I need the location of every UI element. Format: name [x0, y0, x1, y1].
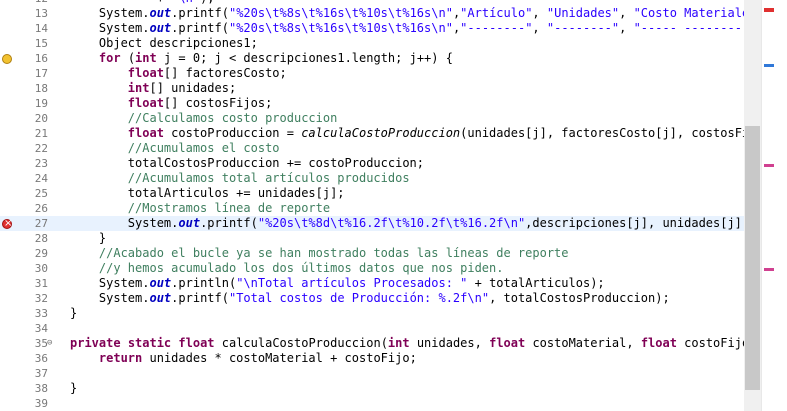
line-number: 27	[34, 217, 48, 230]
error-overview-marker[interactable]	[764, 8, 774, 12]
code-line-25[interactable]: 25 totalArticulos += unidades[j];	[0, 186, 744, 201]
line-number: 23	[34, 157, 48, 170]
code-line-23[interactable]: 23 totalCostosProduccion += costoProducc…	[0, 156, 744, 171]
code-line-21[interactable]: 21 float costoProduccion = calculaCostoP…	[0, 126, 771, 141]
code-text[interactable]: totalArticulos += unidades[j];	[70, 186, 345, 201]
code-line-17[interactable]: 17 float[] factoresCosto;	[0, 66, 744, 81]
code-line-22[interactable]: 22 //Acumulamos el costo	[0, 141, 744, 156]
line-number: 24	[34, 172, 48, 185]
code-text[interactable]: System.out.println("\nTotal artículos Pr…	[70, 276, 605, 291]
code-line-27[interactable]: 27 System.out.printf("%20s\t%8d\t%16.2f\…	[0, 216, 771, 231]
line-number: 32	[34, 292, 48, 305]
code-text[interactable]: //Acumulamos total artículos producidos	[70, 171, 410, 186]
occurrence-overview-marker[interactable]	[764, 64, 774, 67]
line-number: 22	[34, 142, 48, 155]
code-text[interactable]: totalCostosProduccion += costoProduccion…	[70, 156, 424, 171]
code-line-13[interactable]: 13 System.out.printf("%20s\t%8s\t%16s\t%…	[0, 6, 764, 21]
code-line-35[interactable]: 35 ⊖ private static float calculaCostoProd…	[0, 336, 771, 351]
code-text[interactable]: return unidades * costoMaterial + costoF…	[70, 351, 417, 366]
line-number: 29	[34, 247, 48, 260]
code-line-15[interactable]: 15 Object descripciones1;	[0, 36, 744, 51]
code-text[interactable]: //Mostramos línea de reporte	[70, 201, 330, 216]
code-line-38[interactable]: 38}	[0, 381, 744, 396]
code-line-20[interactable]: 20 //Calculamos costo produccion	[0, 111, 744, 126]
line-number: 37	[34, 367, 48, 380]
code-line-19[interactable]: 19 float[] costosFijos;	[0, 96, 744, 111]
code-text[interactable]: }	[70, 306, 77, 321]
warning-overview-marker[interactable]	[764, 164, 774, 167]
line-number: 38	[34, 382, 48, 395]
code-text[interactable]: }	[70, 231, 106, 246]
line-number: 33	[34, 307, 48, 320]
line-number: 31	[34, 277, 48, 290]
code-text[interactable]: for (int j = 0; j < descripciones1.lengt…	[70, 51, 453, 66]
code-text[interactable]: //y hemos acumulado los dos últimos dato…	[70, 261, 504, 276]
code-text[interactable]: //Calculamos costo produccion	[70, 111, 338, 126]
line-number: 16	[34, 52, 48, 65]
line-number: 36	[34, 352, 48, 365]
code-text[interactable]: Object descripciones1;	[70, 36, 258, 51]
error-marker-icon[interactable]	[2, 216, 12, 231]
code-line-28[interactable]: 28 }	[0, 231, 744, 246]
line-number: 19	[34, 97, 48, 110]
scrollbar-thumb[interactable]	[745, 126, 760, 390]
code-text[interactable]: System.out.printf("Total costos de Produ…	[70, 291, 670, 306]
line-number: 35	[34, 337, 48, 350]
line-number: 30	[34, 262, 48, 275]
code-line-32[interactable]: 32 System.out.printf("Total costos de Pr…	[0, 291, 744, 306]
line-number: 13	[34, 7, 48, 20]
code-text[interactable]: private static float calculaCostoProducc…	[70, 336, 771, 351]
code-line-34[interactable]: 34	[0, 321, 744, 336]
line-number: 21	[34, 127, 48, 140]
code-line-14[interactable]: 14 System.out.printf("%20s\t%8s\t%16s\t%…	[0, 21, 764, 36]
code-line-24[interactable]: 24 //Acumulamos total artículos producid…	[0, 171, 744, 186]
line-number: 26	[34, 202, 48, 215]
code-lines: 12 + "\n");13 System.out.printf("%20s\t%…	[0, 0, 771, 411]
line-number: 18	[34, 82, 48, 95]
line-number: 39	[34, 397, 48, 410]
code-text[interactable]: System.out.printf("%20s\t%8d\t%16.2f\t%1…	[70, 216, 771, 231]
code-text[interactable]: //Acumulamos el costo	[70, 141, 280, 156]
line-number: 20	[34, 112, 48, 125]
line-number: 25	[34, 187, 48, 200]
warning-overview-marker[interactable]	[764, 268, 774, 271]
warning-marker-icon[interactable]	[2, 54, 12, 64]
code-line-29[interactable]: 29 //Acabado el bucle ya se han mostrado…	[0, 246, 744, 261]
line-number: 17	[34, 67, 48, 80]
code-text[interactable]: float[] costosFijos;	[70, 96, 273, 111]
code-line-18[interactable]: 18 int[] unidades;	[0, 81, 744, 96]
code-line-26[interactable]: 26 //Mostramos línea de reporte	[0, 201, 744, 216]
line-number: 15	[34, 37, 48, 50]
code-line-37[interactable]: 37	[0, 366, 744, 381]
line-number: 14	[34, 22, 48, 35]
code-text[interactable]: }	[70, 381, 77, 396]
line-number: 28	[34, 232, 48, 245]
code-text[interactable]: System.out.printf("%20s\t%8s\t%16s\t%10s…	[70, 21, 764, 36]
overview-ruler[interactable]	[761, 0, 787, 411]
code-text[interactable]: System.out.printf("%20s\t%8s\t%16s\t%10s…	[70, 6, 764, 21]
code-text[interactable]: int[] unidades;	[70, 81, 236, 96]
code-line-39[interactable]: 39	[0, 396, 744, 411]
fold-collapse-icon[interactable]: ⊖	[47, 336, 56, 351]
line-number: 34	[34, 322, 48, 335]
code-text[interactable]: float costoProduccion = calculaCostoProd…	[70, 126, 771, 141]
code-line-30[interactable]: 30 //y hemos acumulado los dos últimos d…	[0, 261, 744, 276]
code-line-36[interactable]: 36 return unidades * costoMaterial + cos…	[0, 351, 744, 366]
code-line-16[interactable]: 16 for (int j = 0; j < descripciones1.le…	[0, 51, 744, 66]
code-line-33[interactable]: 33}	[0, 306, 744, 321]
code-line-31[interactable]: 31 System.out.println("\nTotal artículos…	[0, 276, 744, 291]
vertical-scrollbar[interactable]	[744, 0, 761, 411]
code-text[interactable]: //Acabado el bucle ya se han mostrado to…	[70, 246, 569, 261]
code-text[interactable]: float[] factoresCosto;	[70, 66, 287, 81]
code-editor[interactable]: 12 + "\n");13 System.out.printf("%20s\t%…	[0, 0, 787, 411]
